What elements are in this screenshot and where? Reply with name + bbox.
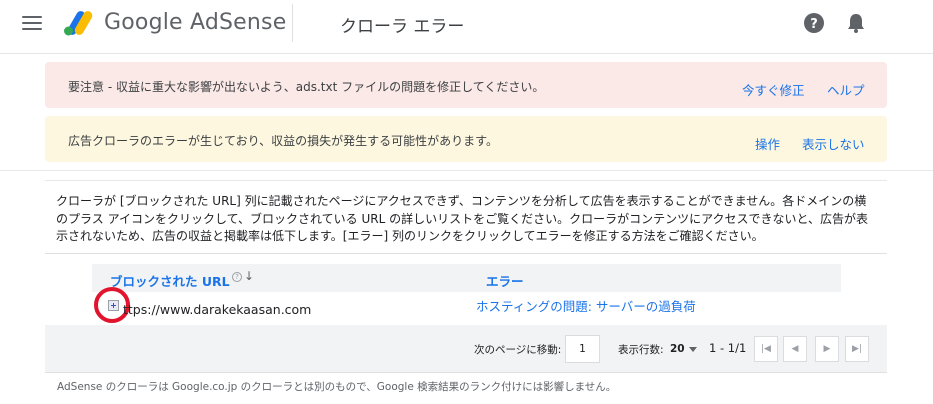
table-header: ブロックされた URL ? ↓ エラー	[92, 264, 841, 292]
page-title: クローラ エラー	[340, 17, 465, 37]
footer-note: AdSense のクローラは Google.co.jp のクローラとは別のもので…	[57, 381, 617, 393]
first-page-button[interactable]: |◀	[754, 336, 778, 362]
crawler-message: 広告クローラのエラーが生じており、収益の損失が発生する可能性があります。	[68, 134, 498, 148]
table-row: ttps://www.darakekaasan.com ホスティングの問題: サ…	[92, 287, 841, 324]
expand-plus-icon[interactable]	[108, 300, 119, 311]
table-top-divider	[45, 253, 887, 254]
description-text: クローラが [ブロックされた URL] 列に記載されたページにアクセスできず、コ…	[56, 194, 869, 243]
adsense-logo[interactable]	[62, 8, 94, 38]
bell-icon[interactable]	[845, 12, 867, 34]
next-page-button[interactable]: ▶	[815, 336, 839, 362]
rows-per-page-label: 表示行数:	[618, 344, 664, 356]
blocked-url: ttps://www.darakekaasan.com	[123, 302, 312, 317]
pagination-bar: 次のページに移動: 1 表示行数: 20 1 - 1/1 |◀ ◀ ▶ ▶|	[45, 325, 887, 373]
column-header-blocked-url[interactable]: ブロックされた URL	[110, 271, 230, 290]
help-icon[interactable]: ?	[803, 12, 825, 34]
goto-page-label: 次のページに移動:	[474, 344, 562, 356]
svg-text:?: ?	[810, 17, 818, 32]
page-range: 1 - 1/1	[709, 341, 747, 355]
rows-per-page-select[interactable]: 20	[670, 339, 704, 359]
crawler-errors-card: クローラが [ブロックされた URL] 列に記載されたページにアクセスできず、コ…	[45, 180, 887, 373]
last-page-button[interactable]: ▶|	[845, 336, 869, 362]
menu-icon[interactable]	[22, 16, 42, 32]
header-divider	[292, 4, 293, 42]
crawler-error-banner: 広告クローラのエラーが生じており、収益の損失が発生する可能性があります。 操作 …	[45, 116, 887, 162]
product-name: Google AdSense	[104, 10, 287, 35]
sort-arrow-icon[interactable]: ↓	[244, 269, 254, 283]
prev-page-button[interactable]: ◀	[783, 336, 807, 362]
rows-per-page-value: 20	[670, 343, 685, 355]
warning-message: 要注意 - 収益に重大な影響が出ないよう、ads.txt ファイルの問題を修正し…	[68, 80, 545, 94]
dismiss-link[interactable]: 表示しない	[802, 134, 865, 153]
fix-now-link[interactable]: 今すぐ修正	[742, 80, 805, 99]
footer-divider	[45, 372, 887, 373]
top-bar: Google AdSense クローラ エラー ?	[0, 0, 933, 54]
column-header-error: エラー	[486, 274, 524, 289]
section-divider	[0, 170, 933, 171]
error-link[interactable]: ホスティングの問題: サーバーの過負荷	[476, 296, 696, 315]
column-help-icon[interactable]: ?	[232, 272, 242, 282]
ads-txt-warning-banner: 要注意 - 収益に重大な影響が出ないよう、ads.txt ファイルの問題を修正し…	[45, 62, 887, 108]
action-link[interactable]: 操作	[755, 134, 780, 153]
help-link[interactable]: ヘルプ	[827, 80, 865, 99]
chevron-down-icon	[688, 346, 697, 352]
page-number-input[interactable]: 1	[565, 335, 600, 363]
